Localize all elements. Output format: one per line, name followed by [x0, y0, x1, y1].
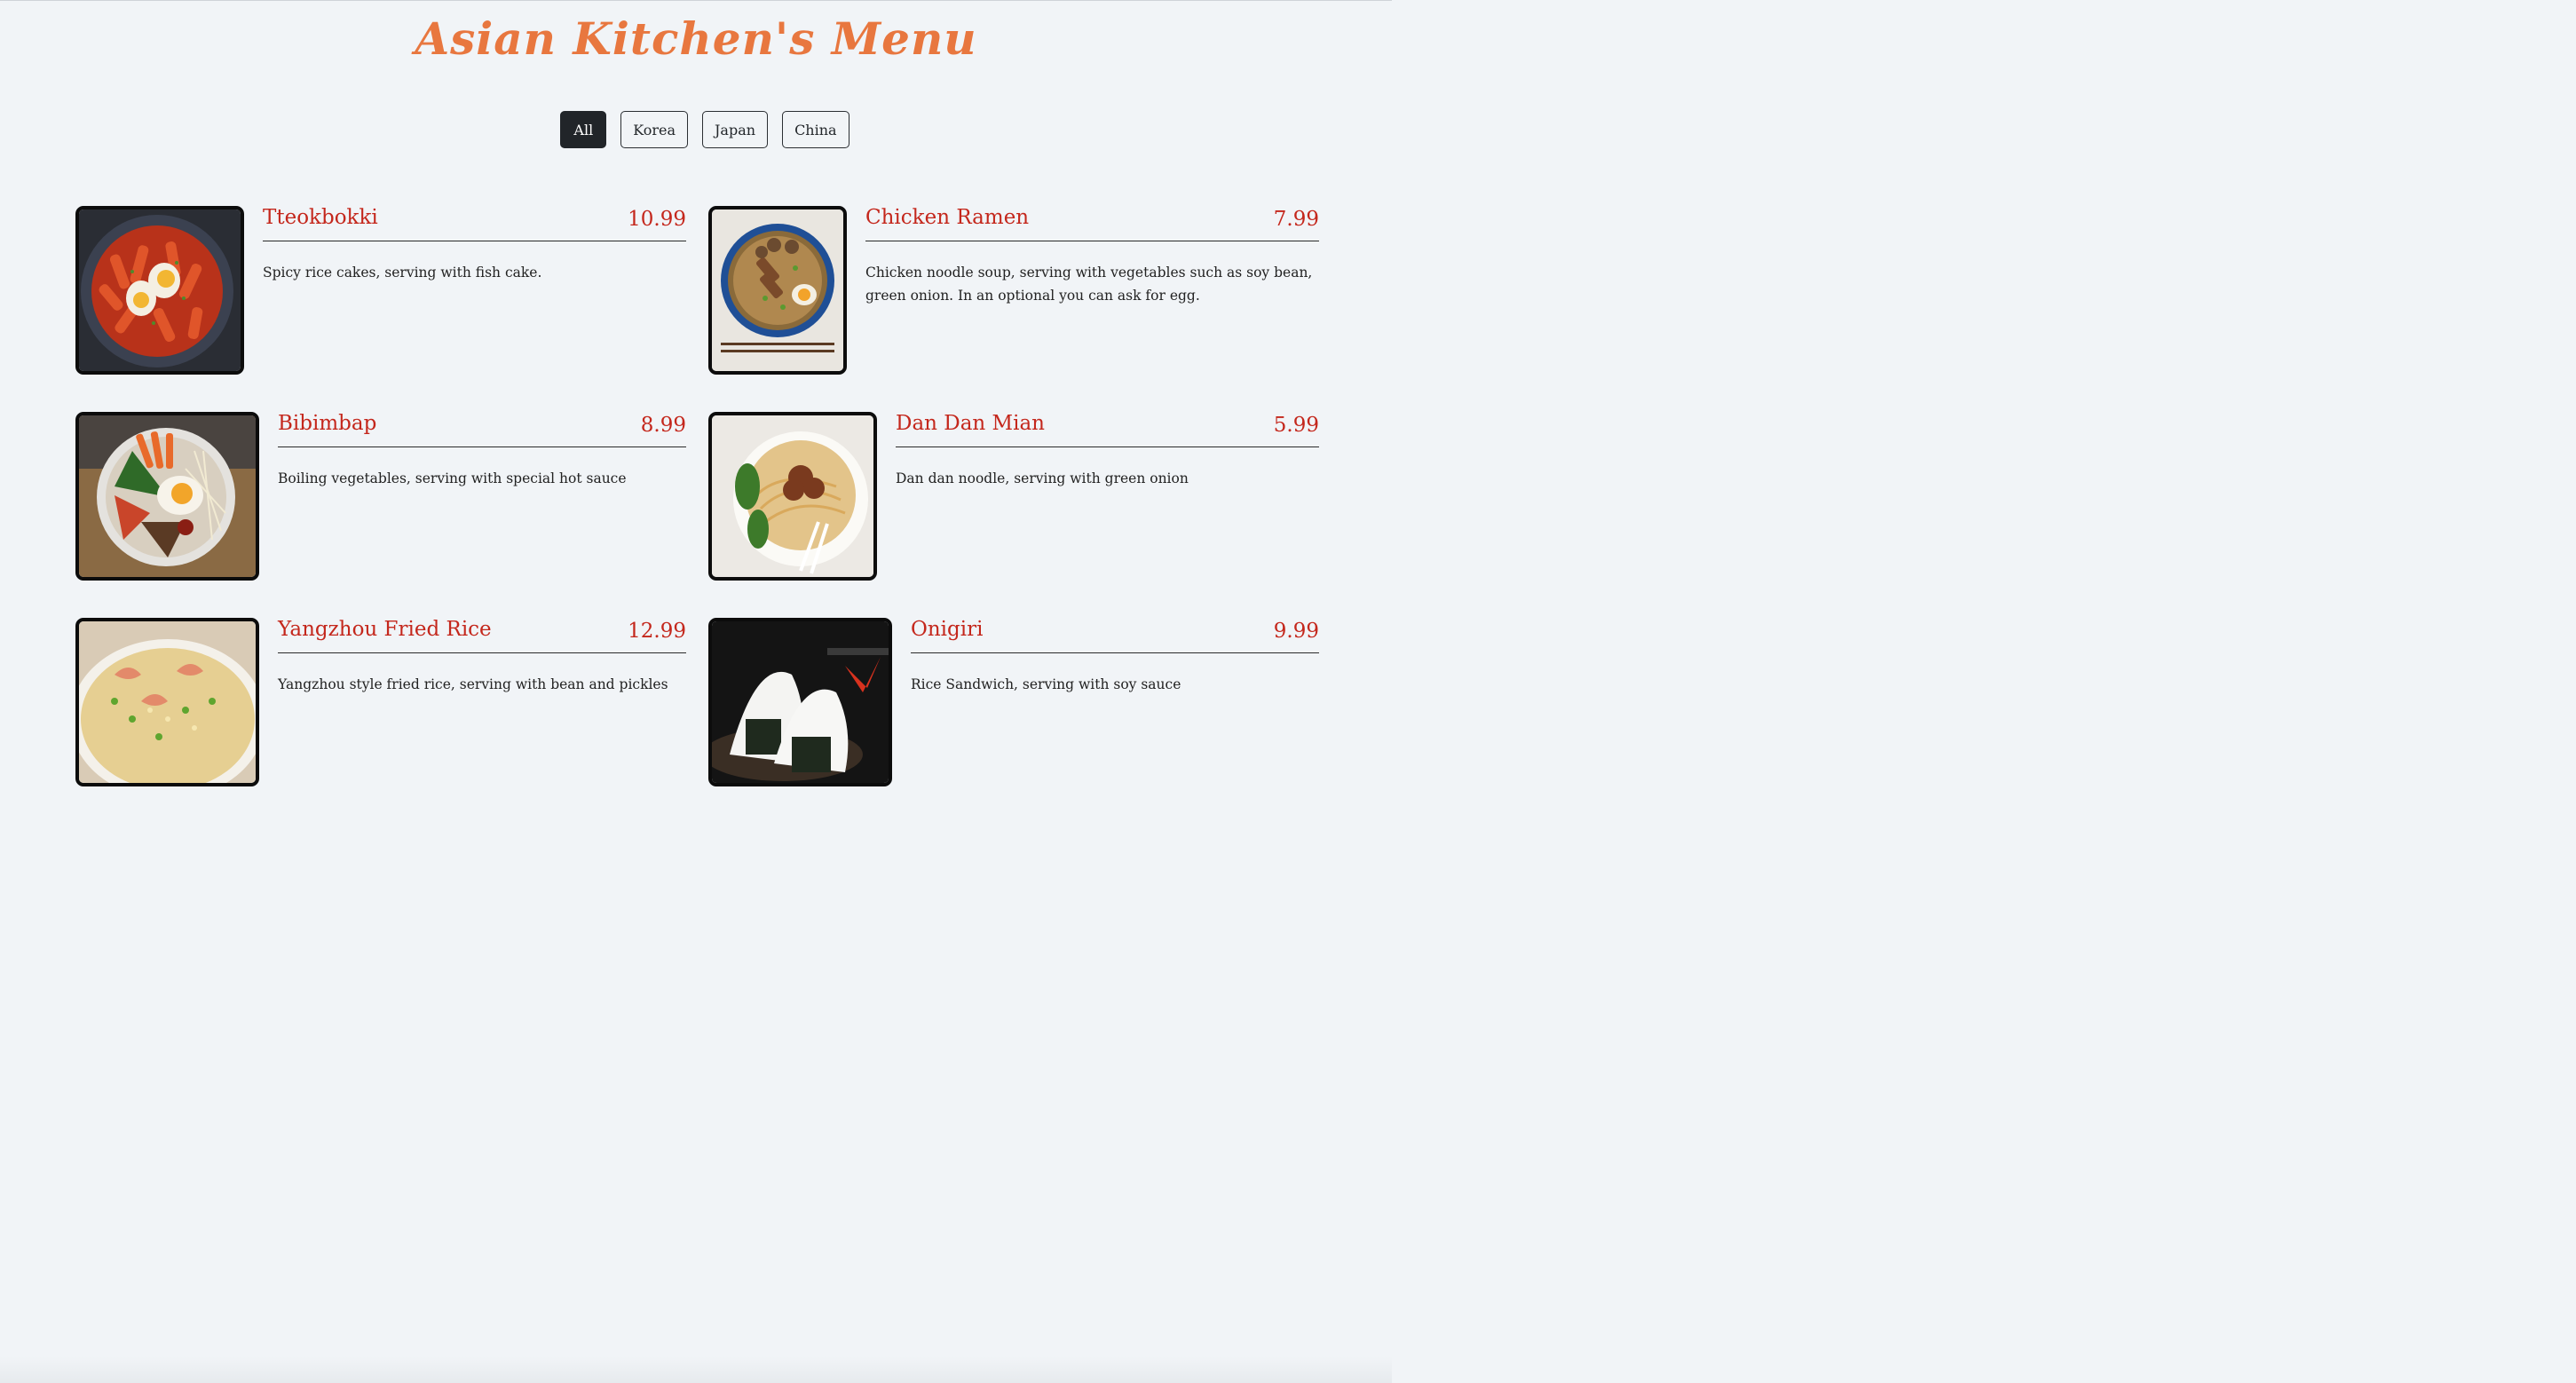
menu-item-tteokbokki: Tteokbokki 10.99 Spicy rice cakes, servi…: [75, 206, 686, 375]
item-price: 7.99: [1273, 208, 1319, 231]
item-header: Yangzhou Fried Rice 12.99: [278, 618, 686, 653]
item-price: 9.99: [1273, 620, 1319, 643]
filter-japan-button[interactable]: Japan: [702, 111, 769, 148]
item-header: Bibimbap 8.99: [278, 412, 686, 447]
item-price: 5.99: [1273, 414, 1319, 437]
item-header: Tteokbokki 10.99: [263, 206, 686, 241]
item-description: Dan dan noodle, serving with green onion: [896, 470, 1189, 486]
item-name: Dan Dan Mian: [896, 412, 1045, 435]
dan-dan-mian-photo: [708, 412, 877, 581]
menu-item-chicken-ramen: Chicken Ramen 7.99 Chicken noodle soup, …: [708, 206, 1319, 375]
filter-china-button[interactable]: China: [782, 111, 849, 148]
bottom-fade: [0, 1356, 1392, 1383]
filter-korea-button[interactable]: Korea: [620, 111, 689, 148]
item-info: Dan Dan Mian 5.99 Dan dan noodle, servin…: [896, 412, 1319, 490]
item-description: Spicy rice cakes, serving with fish cake…: [263, 265, 542, 281]
item-name: Yangzhou Fried Rice: [278, 618, 492, 641]
menu-item-yangzhou-fried-rice: Yangzhou Fried Rice 12.99 Yangzhou style…: [75, 618, 686, 786]
tteokbokki-photo: [75, 206, 244, 375]
item-description: Chicken noodle soup, serving with vegeta…: [865, 265, 1313, 304]
item-info: Chicken Ramen 7.99 Chicken noodle soup, …: [865, 206, 1319, 307]
page-title: Asian Kitchen's Menu: [415, 12, 977, 65]
item-info: Tteokbokki 10.99 Spicy rice cakes, servi…: [263, 206, 686, 284]
chicken-ramen-photo: [708, 206, 847, 375]
item-name: Chicken Ramen: [865, 206, 1030, 229]
top-divider: [0, 0, 1392, 1]
item-name: Onigiri: [911, 618, 984, 641]
item-price: 8.99: [640, 414, 686, 437]
item-header: Dan Dan Mian 5.99: [896, 412, 1319, 447]
item-price: 10.99: [628, 208, 686, 231]
menu-item-bibimbap: Bibimbap 8.99 Boiling vegetables, servin…: [75, 412, 686, 581]
item-header: Onigiri 9.99: [911, 618, 1319, 653]
item-description: Boiling vegetables, serving with special…: [278, 470, 627, 486]
menu-item-dan-dan-mian: Dan Dan Mian 5.99 Dan dan noodle, servin…: [708, 412, 1319, 581]
bibimbap-photo: [75, 412, 259, 581]
item-info: Yangzhou Fried Rice 12.99 Yangzhou style…: [278, 618, 686, 696]
item-name: Tteokbokki: [263, 206, 378, 229]
category-filters: All Korea Japan China: [0, 111, 1392, 148]
item-info: Bibimbap 8.99 Boiling vegetables, servin…: [278, 412, 686, 490]
item-header: Chicken Ramen 7.99: [865, 206, 1319, 241]
item-info: Onigiri 9.99 Rice Sandwich, serving with…: [911, 618, 1319, 696]
onigiri-photo: [708, 618, 892, 786]
item-description: Yangzhou style fried rice, serving with …: [278, 676, 668, 692]
item-description: Rice Sandwich, serving with soy sauce: [911, 676, 1181, 692]
item-price: 12.99: [628, 620, 686, 643]
yangzhou-fried-rice-photo: [75, 618, 259, 786]
filter-all-button[interactable]: All: [560, 111, 607, 148]
item-name: Bibimbap: [278, 412, 377, 435]
menu-item-onigiri: Onigiri 9.99 Rice Sandwich, serving with…: [708, 618, 1319, 786]
